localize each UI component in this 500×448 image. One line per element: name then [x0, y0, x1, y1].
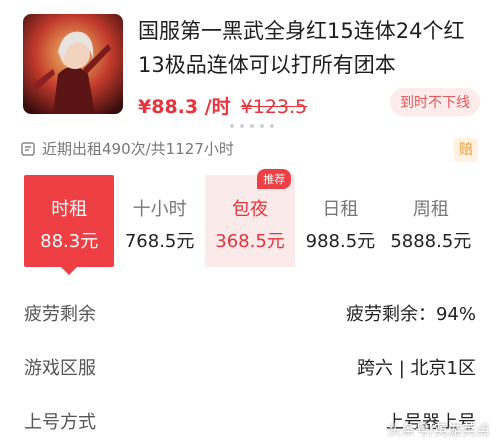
detail-key: 游戏区服	[24, 358, 96, 379]
detail-value: 疲劳剩余：94%	[345, 304, 476, 325]
tab-label: 日租	[322, 199, 359, 220]
rent-duration-tabs: 时租 88.3元 十小时 768.5元 推荐 包夜 368.5元 日租 988.…	[24, 169, 476, 275]
current-price: ¥88.3 /时	[138, 96, 231, 118]
detail-row-server: 游戏区服 跨六 | 北京1区	[24, 354, 476, 380]
detail-key: 疲劳剩余	[24, 304, 96, 325]
listing-title: 国服第一黑武全身红15连体24个红13极品连体可以打所有团本	[138, 19, 465, 77]
tab-label: 十小时	[132, 199, 187, 220]
tab-daily[interactable]: 日租 988.5元	[295, 175, 385, 267]
tab-price: 768.5元	[124, 231, 195, 252]
watermark: 头条号/英游荚点	[387, 423, 490, 439]
recommended-tag: 推荐	[257, 169, 292, 189]
rental-stats: 近期出租490次/共1127小时	[20, 138, 234, 159]
tab-hourly[interactable]: 时租 88.3元	[24, 175, 115, 275]
active-pointer	[61, 267, 78, 275]
tab-weekly[interactable]: 周租 5888.5元	[386, 175, 476, 267]
compensation-badge[interactable]: 赔	[454, 138, 478, 162]
tab-price: 368.5元	[215, 231, 285, 252]
price: ¥88.3 /时 ¥123.5	[138, 92, 307, 119]
tab-label: 周租	[412, 199, 449, 220]
original-price: ¥123.5	[240, 96, 308, 118]
history-icon	[21, 141, 35, 156]
detail-row-fatigue: 疲劳剩余 疲劳剩余：94%	[24, 300, 476, 326]
game-character-thumbnail[interactable]	[23, 14, 123, 114]
listing-header: 国服第一黑武全身红15连体24个红13极品连体可以打所有团本 ¥88.3 /时 ¥…	[0, 0, 500, 130]
tab-price: 88.3元	[40, 231, 99, 252]
tab-label: 包夜	[232, 199, 269, 220]
rental-stats-text: 近期出租490次/共1127小时	[42, 140, 234, 158]
tab-price: 988.5元	[305, 231, 376, 252]
carousel-dots	[230, 124, 274, 128]
detail-value: 跨六 | 北京1区	[357, 358, 476, 379]
tab-ten-hours[interactable]: 十小时 768.5元	[114, 175, 204, 267]
detail-key: 上号方式	[24, 412, 96, 433]
tab-price: 5888.5元	[390, 231, 472, 252]
tab-overnight[interactable]: 推荐 包夜 368.5元	[204, 169, 296, 267]
tab-label: 时租	[51, 199, 88, 220]
no-logout-badge: 到时不下线	[390, 88, 480, 116]
